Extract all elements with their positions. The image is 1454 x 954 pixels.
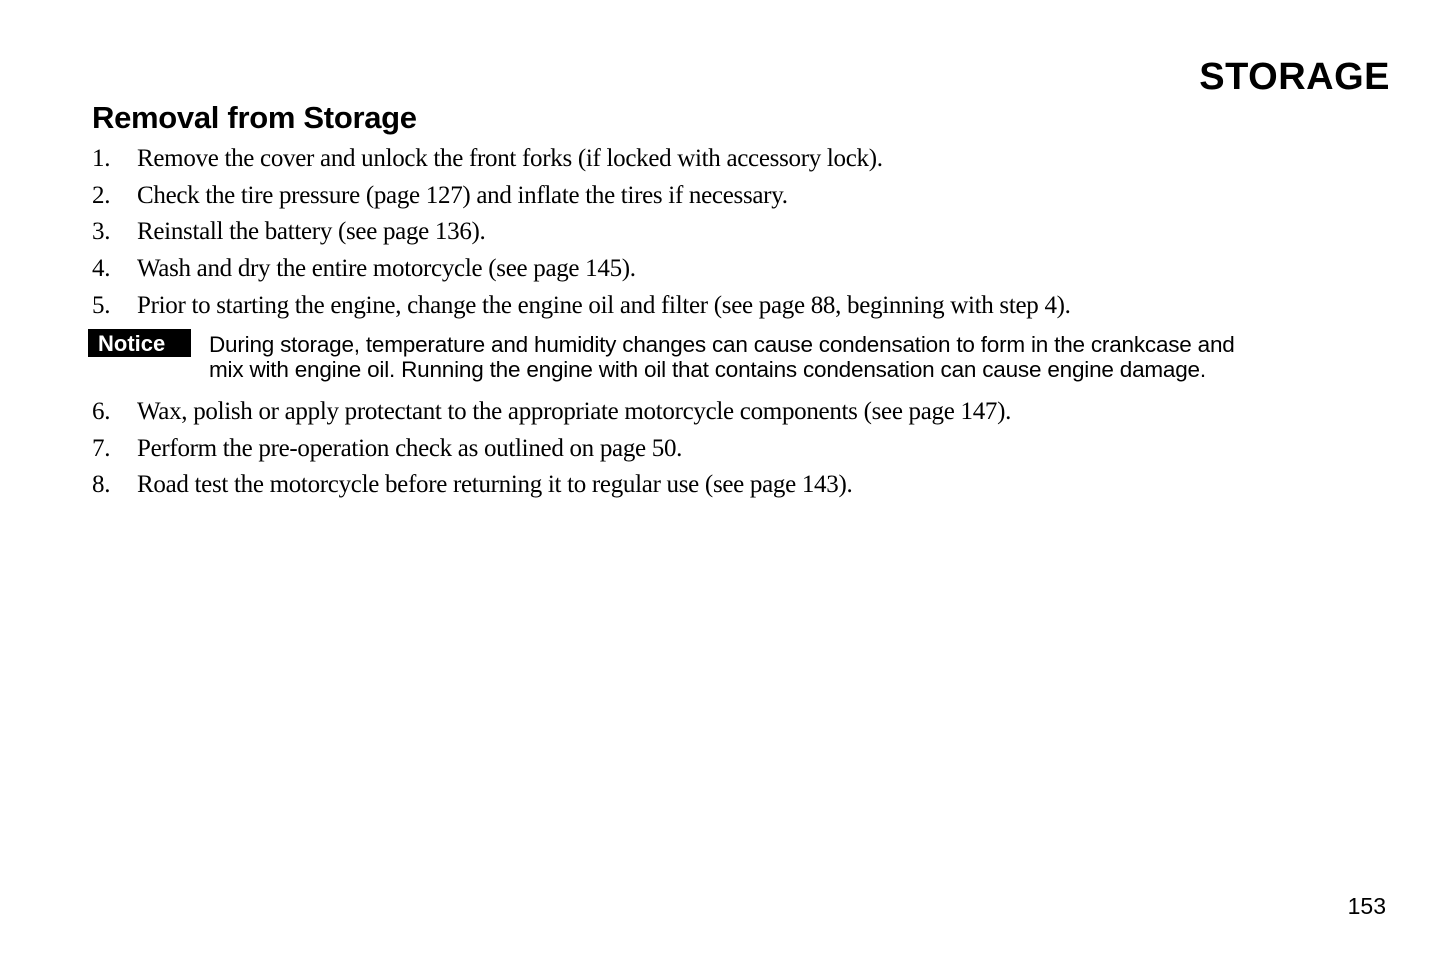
notice-line: mix with engine oil. Running the engine … <box>209 357 1206 382</box>
step-number: 3. <box>92 218 111 246</box>
page-number: 153 <box>1347 893 1386 919</box>
steps-list-after-notice: 6. Wax, polish or apply protectant to th… <box>92 395 1011 505</box>
step-number: 7. <box>92 434 111 462</box>
list-item: 2. Check the tire pressure (page 127) an… <box>92 179 1071 216</box>
step-text: Check the tire pressure (page 127) and i… <box>137 181 788 209</box>
step-number: 8. <box>92 471 111 499</box>
page-heading: Removal from Storage <box>92 100 417 135</box>
notice-badge: Notice <box>88 329 191 357</box>
step-number: 5. <box>92 291 111 319</box>
step-text: Wax, polish or apply protectant to the a… <box>137 398 1012 425</box>
notice-line: During storage, temperature and humidity… <box>209 332 1235 357</box>
step-text: Wash and dry the entire motorcycle (see … <box>137 255 636 283</box>
list-item: 3. Reinstall the battery (see page 136). <box>92 215 1071 252</box>
step-number: 1. <box>92 145 111 172</box>
list-item: 7. Perform the pre-operation check as ou… <box>92 432 1011 469</box>
step-text: Prior to starting the engine, change the… <box>137 291 1071 319</box>
list-item: 8. Road test the motorcycle before retur… <box>92 468 1011 505</box>
steps-list-before-notice: 1. Remove the cover and unlock the front… <box>92 142 1071 325</box>
list-item: 4. Wash and dry the entire motorcycle (s… <box>92 252 1071 289</box>
list-item: 1. Remove the cover and unlock the front… <box>92 142 1071 179</box>
section-title: STORAGE <box>1199 56 1390 98</box>
notice-text: During storage, temperature and humidity… <box>209 332 1409 382</box>
step-text: Remove the cover and unlock the front fo… <box>137 145 883 172</box>
notice-box: Notice During storage, temperature and h… <box>88 329 1409 382</box>
list-item: 5. Prior to starting the engine, change … <box>92 289 1071 326</box>
step-number: 4. <box>92 255 111 283</box>
step-number: 2. <box>92 181 111 209</box>
step-text: Perform the pre-operation check as outli… <box>137 434 683 462</box>
step-text: Road test the motorcycle before returnin… <box>137 471 853 499</box>
list-item: 6. Wax, polish or apply protectant to th… <box>92 395 1011 432</box>
step-number: 6. <box>92 398 111 425</box>
step-text: Reinstall the battery (see page 136). <box>137 218 486 246</box>
